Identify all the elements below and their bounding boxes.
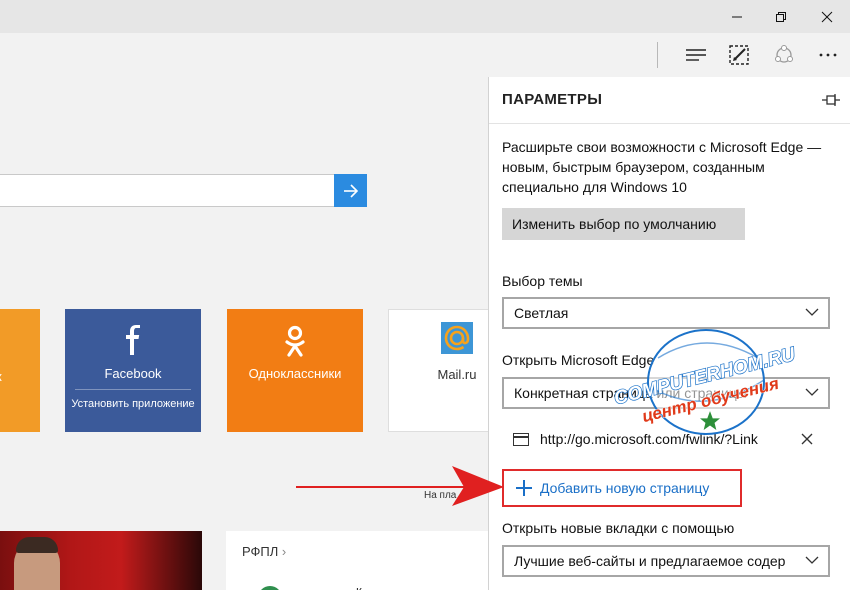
search-input[interactable] bbox=[0, 174, 335, 207]
share-icon bbox=[775, 45, 793, 63]
search-submit-button[interactable] bbox=[334, 174, 367, 207]
tile-label: Одноклассники bbox=[248, 366, 342, 381]
restore-icon bbox=[776, 11, 786, 22]
theme-select-value: Светлая bbox=[514, 305, 569, 321]
arrow-right-icon bbox=[343, 183, 358, 198]
tile-label: Mail.ru bbox=[437, 367, 477, 382]
add-new-page-label: Добавить новую страницу bbox=[540, 480, 710, 496]
browser-toolbar bbox=[0, 33, 850, 77]
more-button[interactable] bbox=[808, 38, 848, 72]
facebook-icon bbox=[126, 325, 140, 355]
computerhom-watermark-logo: COMPUTERHOM.RU центр обучения bbox=[611, 329, 799, 435]
web-note-button[interactable] bbox=[719, 38, 759, 72]
minimize-icon bbox=[732, 16, 742, 17]
change-default-button[interactable]: Изменить выбор по умолчанию bbox=[502, 208, 745, 240]
top-site-tile-mailru[interactable]: Mail.ru bbox=[388, 309, 488, 432]
tile-label: Facebook bbox=[104, 366, 162, 381]
page-icon bbox=[513, 433, 529, 446]
news-card[interactable]: РФПЛ › к bbox=[226, 531, 488, 590]
news-image[interactable] bbox=[0, 531, 202, 590]
install-app-link[interactable]: Установить приложение bbox=[65, 397, 201, 412]
add-new-page-button[interactable]: Добавить новую страницу bbox=[502, 469, 742, 507]
annotation-arrow bbox=[296, 466, 504, 506]
top-site-tile-facebook[interactable]: Facebook Установить приложение bbox=[65, 309, 201, 432]
hub-icon bbox=[686, 49, 706, 61]
new-tabs-select-value: Лучшие веб-сайты и предлагаемое содер bbox=[514, 553, 786, 569]
toolbar-divider bbox=[657, 42, 658, 68]
settings-title: ПАРАМЕТРЫ bbox=[502, 91, 603, 108]
new-tabs-select[interactable]: Лучшие веб-сайты и предлагаемое содер bbox=[502, 545, 830, 577]
close-icon bbox=[821, 11, 833, 22]
tile-divider bbox=[75, 389, 191, 390]
edge-promo-text: Расширьте свои возможности с Microsoft E… bbox=[502, 139, 822, 195]
chevron-down-icon bbox=[805, 308, 819, 316]
top-site-tile-odnoklassniki[interactable]: Одноклассники bbox=[227, 309, 363, 432]
chevron-right-icon: › bbox=[281, 544, 287, 559]
more-icon bbox=[819, 53, 837, 57]
new-tabs-label: Открыть новые вкладки с помощью bbox=[502, 520, 735, 536]
chevron-down-icon bbox=[805, 388, 819, 396]
news-card-title: РФПЛ › bbox=[242, 544, 287, 559]
web-note-icon bbox=[729, 45, 749, 65]
close-window-button[interactable] bbox=[804, 0, 850, 33]
plus-icon bbox=[516, 480, 532, 496]
club-logo bbox=[258, 586, 282, 590]
mailru-icon bbox=[441, 322, 473, 354]
chevron-down-icon bbox=[805, 556, 819, 564]
settings-header: ПАРАМЕТРЫ bbox=[489, 77, 850, 124]
new-tab-page: к Facebook Установить приложение Однокла… bbox=[0, 77, 488, 590]
restore-button[interactable] bbox=[758, 0, 804, 33]
top-site-tile[interactable]: к bbox=[0, 309, 40, 432]
title-bar bbox=[0, 0, 850, 33]
minimize-button[interactable] bbox=[714, 0, 760, 33]
theme-label: Выбор темы bbox=[502, 273, 583, 289]
share-button[interactable] bbox=[764, 38, 804, 72]
pin-icon[interactable] bbox=[821, 92, 841, 108]
tile-label: к bbox=[0, 369, 2, 384]
news-card-text: к bbox=[356, 583, 362, 590]
hub-button[interactable] bbox=[676, 38, 716, 72]
odnoklassniki-icon bbox=[285, 325, 305, 357]
